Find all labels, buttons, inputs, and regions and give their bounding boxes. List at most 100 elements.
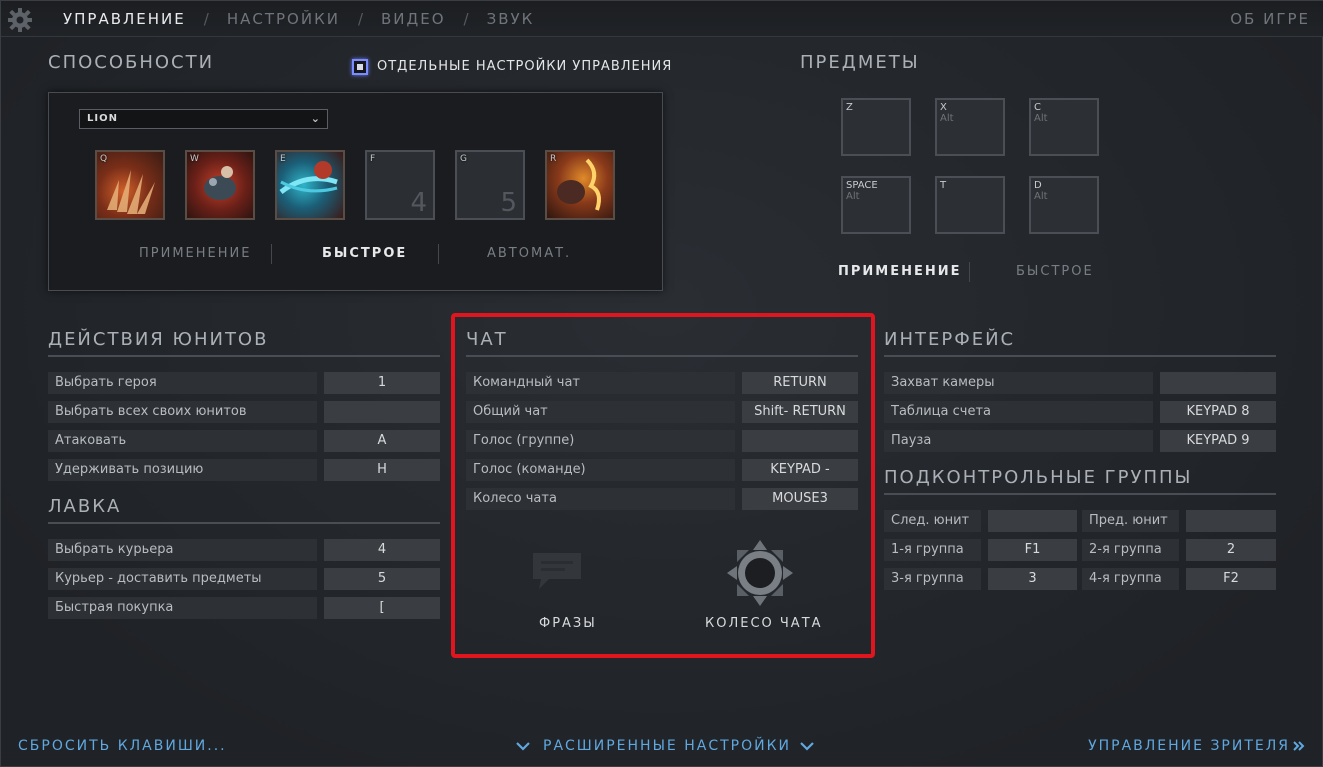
ability-mode-quick[interactable]: БЫСТРОЕ [322,246,407,261]
item-mode-normal[interactable]: ПРИМЕНЕНИЕ [838,264,962,279]
item-slot-3[interactable]: C Alt [1029,98,1099,156]
mode-divider [969,262,970,282]
chat-key[interactable]: Shift- RETURN [742,401,858,423]
chat-title: ЧАТ [466,329,508,350]
unit-action-key[interactable]: 1 [324,372,440,394]
reset-keys-link[interactable]: СБРОСИТЬ КЛАВИШИ... [18,738,227,754]
item-modifier-label: Alt [846,191,860,202]
ability-key-label: R [550,154,557,164]
double-chevron-right-icon [1293,741,1305,751]
separate-settings-checkbox[interactable] [352,59,368,75]
top-navigation: УПРАВЛЕНИЕ / НАСТРОЙКИ / ВИДЕО / ЗВУК ОБ… [1,1,1323,37]
ability-slot-r[interactable]: R [545,150,615,220]
unit-actions-title: ДЕЙСТВИЯ ЮНИТОВ [48,329,269,350]
hero-select[interactable]: LION ⌄ [79,109,328,129]
item-key-label: X [940,102,947,113]
control-group-key[interactable]: F2 [1186,568,1276,590]
advanced-settings-link[interactable]: РАСШИРЕННЫЕ НАСТРОЙКИ [515,738,815,754]
mana-drain-icon [279,161,338,195]
interface-label: Таблица счета [884,401,1153,423]
divider [48,355,440,357]
chevron-down-icon [800,742,814,751]
interface-key[interactable] [1160,372,1276,394]
control-group-key[interactable]: 3 [988,568,1077,590]
control-groups-title: ПОДКОНТРОЛЬНЫЕ ГРУППЫ [884,467,1193,488]
ability-slot-f[interactable]: F 4 [365,150,435,220]
ability-slot-g[interactable]: G 5 [455,150,525,220]
interface-key[interactable]: KEYPAD 8 [1160,401,1276,423]
divider [48,522,440,524]
control-group-label: 3-я группа [884,568,981,590]
item-key-label: SPACE [846,180,878,191]
chat-label: Колесо чата [466,488,735,510]
tab-settings[interactable]: НАСТРОЙКИ [227,10,340,28]
unit-action-key[interactable]: A [324,430,440,452]
unit-action-label: Атаковать [48,430,317,452]
item-key-label: Z [846,102,853,113]
interface-label: Захват камеры [884,372,1153,394]
ability-slot-w[interactable]: W [185,150,255,220]
abilities-title: СПОСОБНОСТИ [48,52,215,73]
shop-title: ЛАВКА [48,496,122,517]
unit-action-key[interactable] [324,401,440,423]
item-key-label: T [940,180,947,191]
ability-slot-number: 4 [410,188,427,218]
shop-key[interactable]: 4 [324,539,440,561]
chat-wheel-label[interactable]: КОЛЕСО ЧАТА [705,616,823,631]
settings-window: УПРАВЛЕНИЕ / НАСТРОЙКИ / ВИДЕО / ЗВУК ОБ… [0,0,1323,767]
gear-icon[interactable] [7,7,33,33]
control-group-key[interactable] [1186,510,1276,532]
chat-wheel-icon[interactable] [725,538,795,608]
items-title: ПРЕДМЕТЫ [800,52,920,73]
unit-action-label: Выбрать героя [48,372,317,394]
shop-key[interactable]: [ [324,597,440,619]
ability-key-label: E [280,154,286,164]
ability-key-label: W [190,154,199,164]
chat-label: Командный чат [466,372,735,394]
divider [884,493,1276,495]
chat-label: Общий чат [466,401,735,423]
chat-key[interactable] [742,430,858,452]
item-slot-4[interactable]: SPACE Alt [841,176,911,234]
control-group-key[interactable]: F1 [988,539,1077,561]
tab-sound[interactable]: ЗВУК [487,10,535,28]
item-mode-quick[interactable]: БЫСТРОЕ [1016,264,1094,279]
control-group-key[interactable] [988,510,1077,532]
item-modifier-label: Alt [1034,113,1048,124]
chat-key[interactable]: KEYPAD - [742,459,858,481]
spectator-controls-link[interactable]: УПРАВЛЕНИЕ ЗРИТЕЛЯ [1088,738,1306,754]
shop-label: Быстрая покупка [48,597,317,619]
tab-about[interactable]: ОБ ИГРЕ [1230,10,1310,28]
chevron-down-icon [516,742,530,751]
unit-action-label: Выбрать всех своих юнитов [48,401,317,423]
chat-key[interactable]: RETURN [742,372,858,394]
item-slot-2[interactable]: X Alt [935,98,1005,156]
chat-label: Голос (команде) [466,459,735,481]
ability-mode-auto[interactable]: АВТОМАТ. [487,246,571,261]
divider [466,355,858,357]
interface-title: ИНТЕРФЕЙС [884,329,1016,350]
chat-key[interactable]: MOUSE3 [742,488,858,510]
phrases-label[interactable]: ФРАЗЫ [539,616,597,631]
finger-of-death-icon [557,158,601,211]
shop-key[interactable]: 5 [324,568,440,590]
mode-divider [271,244,272,264]
unit-action-key[interactable]: H [324,459,440,481]
item-slot-1[interactable]: Z [841,98,911,156]
interface-label: Пауза [884,430,1153,452]
nav-separator: / [463,10,469,28]
control-group-key[interactable]: 2 [1186,539,1276,561]
spectator-controls-label: УПРАВЛЕНИЕ ЗРИТЕЛЯ [1088,738,1290,754]
ability-mode-normal[interactable]: ПРИМЕНЕНИЕ [139,246,251,261]
speech-bubble-icon[interactable] [529,549,589,591]
control-group-label: Пред. юнит [1082,510,1179,532]
item-slot-6[interactable]: D Alt [1029,176,1099,234]
tab-video[interactable]: ВИДЕО [381,10,446,28]
tab-controls[interactable]: УПРАВЛЕНИЕ [63,10,186,28]
ability-slot-q[interactable]: Q [95,150,165,220]
ability-slot-e[interactable]: E [275,150,345,220]
item-slot-5[interactable]: T [935,176,1005,234]
control-group-label: 4-я группа [1082,568,1179,590]
chat-highlight-box [451,313,875,658]
interface-key[interactable]: KEYPAD 9 [1160,430,1276,452]
